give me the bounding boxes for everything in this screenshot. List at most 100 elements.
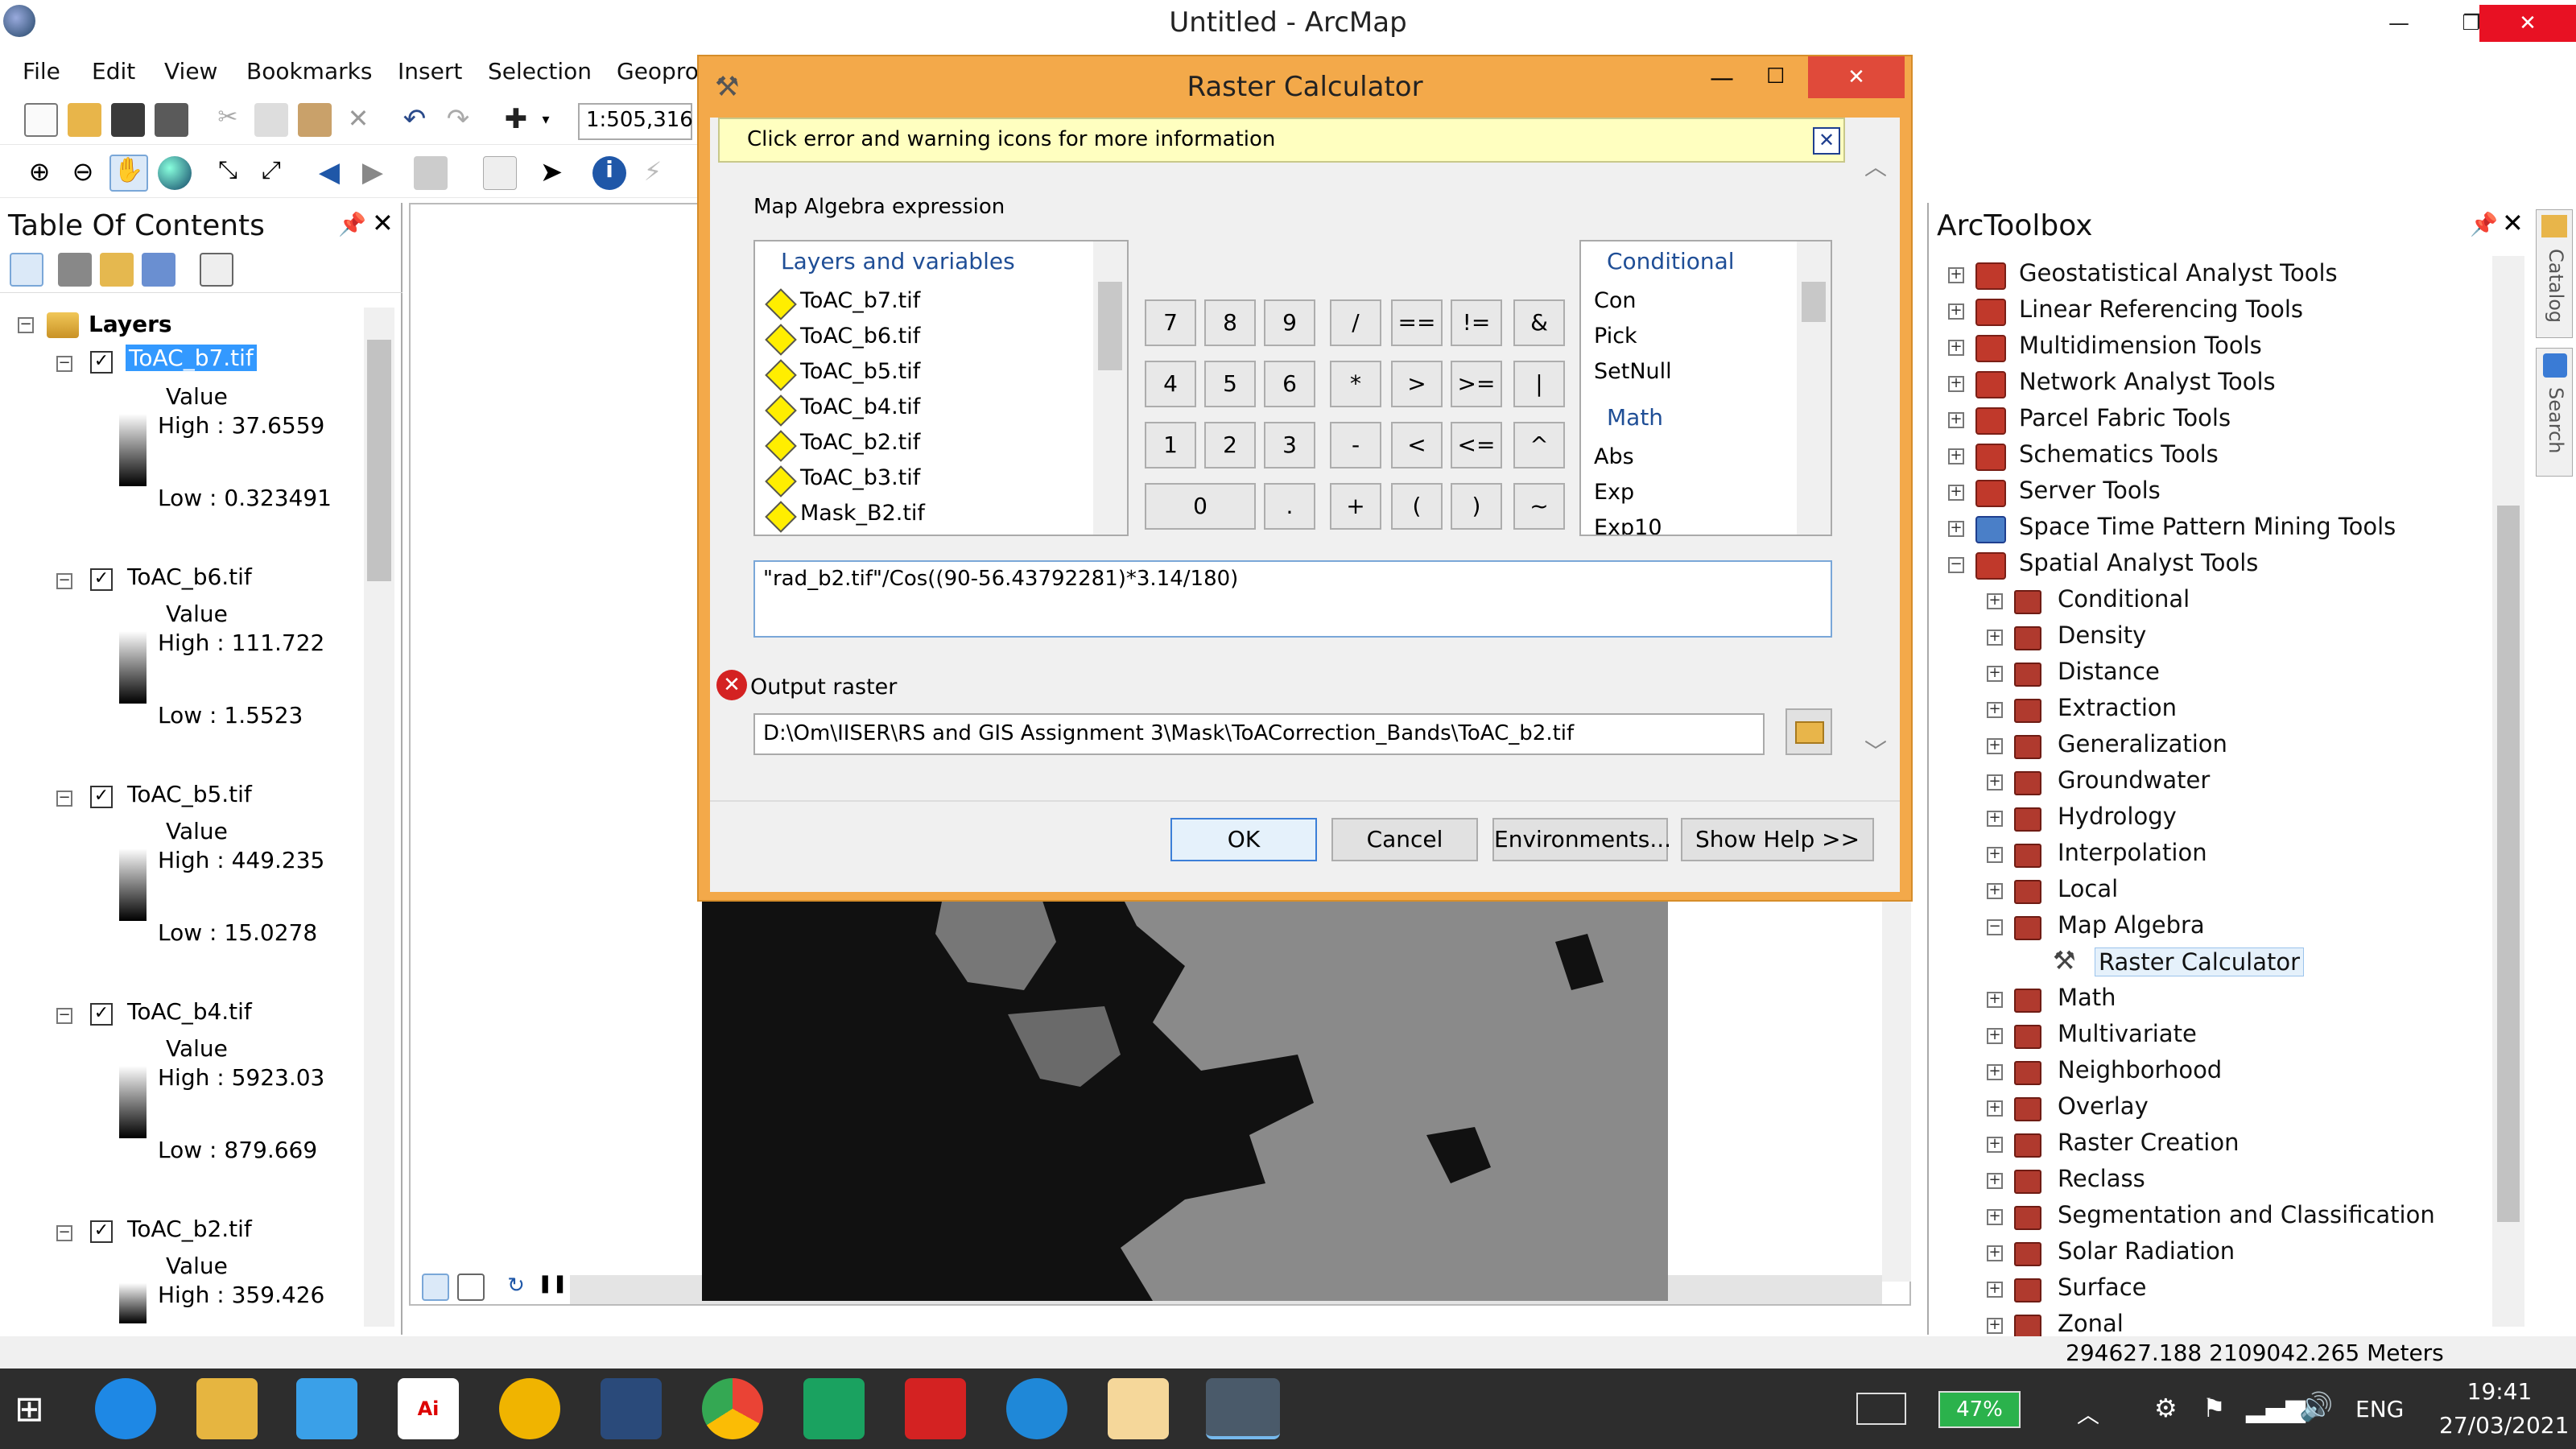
identify-icon[interactable]: i bbox=[592, 156, 626, 190]
key-xor[interactable]: ^ bbox=[1513, 422, 1565, 469]
toolset-item[interactable]: Groundwater bbox=[2058, 766, 2210, 794]
dialog-maximize-button[interactable]: ☐ bbox=[1766, 64, 1785, 89]
key-minus[interactable]: - bbox=[1330, 422, 1381, 469]
zoom-in-icon[interactable]: ⊕ bbox=[23, 156, 56, 190]
expand-icon[interactable]: + bbox=[1948, 485, 1964, 501]
key-less[interactable]: < bbox=[1391, 422, 1443, 469]
function-item[interactable]: Exp10 bbox=[1594, 515, 1662, 535]
expand-icon[interactable]: + bbox=[1987, 811, 2003, 827]
data-view-icon[interactable] bbox=[422, 1274, 449, 1301]
open-folder-icon[interactable] bbox=[68, 103, 101, 137]
layer-visibility-checkbox[interactable]: ✓ bbox=[90, 568, 113, 591]
key-multiply[interactable]: * bbox=[1330, 361, 1381, 407]
scroll-up-icon[interactable]: ︿ bbox=[1864, 150, 1887, 182]
expand-icon[interactable]: + bbox=[1948, 412, 1964, 428]
expand-icon[interactable]: + bbox=[1987, 1064, 2003, 1080]
toc-close-icon[interactable]: ✕ bbox=[372, 208, 394, 238]
expand-icon[interactable]: + bbox=[1987, 1173, 2003, 1189]
flag-icon[interactable]: ⚑ bbox=[2202, 1393, 2226, 1423]
redo-icon[interactable]: ↷ bbox=[441, 103, 475, 137]
expression-textbox[interactable]: "rad_b2.tif"/Cos((90-56.43792281)*3.14/1… bbox=[753, 560, 1832, 638]
toolset-item[interactable]: Neighborhood bbox=[2058, 1056, 2222, 1084]
clear-selection-icon[interactable] bbox=[483, 156, 517, 190]
key-4[interactable]: 4 bbox=[1145, 361, 1196, 407]
toolset-item[interactable]: Generalization bbox=[2058, 730, 2227, 758]
language-indicator[interactable]: ENG bbox=[2355, 1396, 2404, 1422]
key-close-paren[interactable]: ) bbox=[1451, 483, 1502, 530]
key-less-equal[interactable]: <= bbox=[1451, 422, 1502, 469]
adobe-icon[interactable]: Ai bbox=[398, 1378, 459, 1439]
list-by-selection-icon[interactable] bbox=[142, 253, 175, 287]
layers-root-label[interactable]: Layers bbox=[89, 311, 172, 337]
lenovo-icon[interactable] bbox=[601, 1378, 662, 1439]
toolbox-item[interactable]: Space Time Pattern Mining Tools bbox=[2019, 513, 2396, 540]
toc-scrollbar[interactable] bbox=[364, 308, 394, 1327]
toolset-item[interactable]: Overlay bbox=[2058, 1092, 2149, 1120]
menu-insert[interactable]: Insert bbox=[398, 58, 462, 85]
expand-icon[interactable]: + bbox=[1987, 1100, 2003, 1117]
layer-item[interactable]: ToAC_b2.tif bbox=[800, 430, 920, 455]
layer-collapse-icon[interactable]: − bbox=[56, 573, 72, 589]
environments-button[interactable]: Environments... bbox=[1492, 818, 1671, 861]
function-item[interactable]: Pick bbox=[1594, 324, 1637, 349]
menu-selection[interactable]: Selection bbox=[488, 58, 592, 85]
layer-collapse-icon[interactable]: − bbox=[56, 1008, 72, 1024]
key-and[interactable]: & bbox=[1513, 299, 1565, 346]
key-7[interactable]: 7 bbox=[1145, 299, 1196, 346]
key-dot[interactable]: . bbox=[1264, 483, 1315, 530]
function-item[interactable]: Abs bbox=[1594, 444, 1634, 469]
expand-icon[interactable]: + bbox=[1987, 1282, 2003, 1298]
list-by-source-icon[interactable] bbox=[58, 253, 92, 287]
toolset-item[interactable]: Reclass bbox=[2058, 1165, 2145, 1192]
toolset-item[interactable]: Map Algebra bbox=[2058, 911, 2205, 939]
show-help-button[interactable]: Show Help >> bbox=[1681, 818, 1874, 861]
cancel-button[interactable]: Cancel bbox=[1331, 818, 1478, 861]
key-plus[interactable]: + bbox=[1330, 483, 1381, 530]
key-2[interactable]: 2 bbox=[1204, 422, 1256, 469]
notes-icon[interactable] bbox=[1108, 1378, 1169, 1439]
toolbox-item[interactable]: Multidimension Tools bbox=[2019, 332, 2262, 359]
function-item[interactable]: SetNull bbox=[1594, 359, 1672, 384]
key-0[interactable]: 0 bbox=[1145, 483, 1256, 530]
wifi-icon[interactable]: ▂▄▆ bbox=[2246, 1393, 2306, 1423]
expand-icon[interactable]: + bbox=[1987, 883, 2003, 899]
dialog-close-button[interactable]: ✕ bbox=[1808, 56, 1905, 98]
add-data-icon[interactable]: ✚ bbox=[499, 103, 533, 137]
layer-item[interactable]: Mask_B2.tif bbox=[800, 501, 925, 526]
edge-icon[interactable] bbox=[1006, 1378, 1067, 1439]
layer-visibility-checkbox[interactable]: ✓ bbox=[90, 1220, 113, 1243]
layer-visibility-checkbox[interactable]: ✓ bbox=[90, 1003, 113, 1026]
forward-extent-icon[interactable]: ▶ bbox=[356, 156, 390, 190]
toolset-item[interactable]: Extraction bbox=[2058, 694, 2177, 721]
toolset-item[interactable]: Raster Creation bbox=[2058, 1129, 2239, 1156]
print-icon[interactable] bbox=[155, 103, 188, 137]
function-item[interactable]: Exp bbox=[1594, 480, 1634, 505]
map-scale-input[interactable]: 1:505,316 bbox=[578, 103, 693, 140]
collapse-icon[interactable]: − bbox=[1948, 557, 1964, 573]
key-equal[interactable]: == bbox=[1391, 299, 1443, 346]
security-icon[interactable]: ⚙ bbox=[2154, 1393, 2178, 1423]
key-1[interactable]: 1 bbox=[1145, 422, 1196, 469]
layers-collapse-icon[interactable]: − bbox=[18, 317, 34, 333]
toolbox-item[interactable]: Spatial Analyst Tools bbox=[2019, 549, 2258, 576]
expand-icon[interactable]: + bbox=[1948, 303, 1964, 320]
layer-item[interactable]: ToAC_b6.tif bbox=[800, 324, 920, 349]
toolbox-item[interactable]: Parcel Fabric Tools bbox=[2019, 404, 2231, 431]
toolset-item[interactable]: Distance bbox=[2058, 658, 2160, 685]
layer-name[interactable]: ToAC_b6.tif bbox=[127, 564, 252, 590]
clock-time[interactable]: 19:41 bbox=[2439, 1378, 2560, 1405]
menu-geoprocessing[interactable]: Geopro bbox=[617, 58, 699, 85]
refresh-icon[interactable]: ↻ bbox=[502, 1274, 530, 1301]
fixed-zoom-in-icon[interactable]: ⤡ bbox=[211, 156, 245, 190]
clock-date[interactable]: 27/03/2021 bbox=[2439, 1412, 2569, 1439]
list-by-drawing-order-icon[interactable] bbox=[10, 253, 43, 287]
toolset-item[interactable]: Math bbox=[2058, 984, 2116, 1011]
toolbox-item[interactable]: Network Analyst Tools bbox=[2019, 368, 2276, 395]
key-divide[interactable]: / bbox=[1330, 299, 1381, 346]
internet-explorer-icon[interactable] bbox=[95, 1378, 156, 1439]
toolset-item[interactable]: Conditional bbox=[2058, 585, 2190, 613]
layers-list[interactable]: Layers and variables ToAC_b7.tif ToAC_b6… bbox=[753, 240, 1129, 536]
functions-list[interactable]: Conditional Con Pick SetNull Math Abs Ex… bbox=[1579, 240, 1832, 536]
key-not-equal[interactable]: != bbox=[1451, 299, 1502, 346]
expand-icon[interactable]: + bbox=[1987, 774, 2003, 791]
